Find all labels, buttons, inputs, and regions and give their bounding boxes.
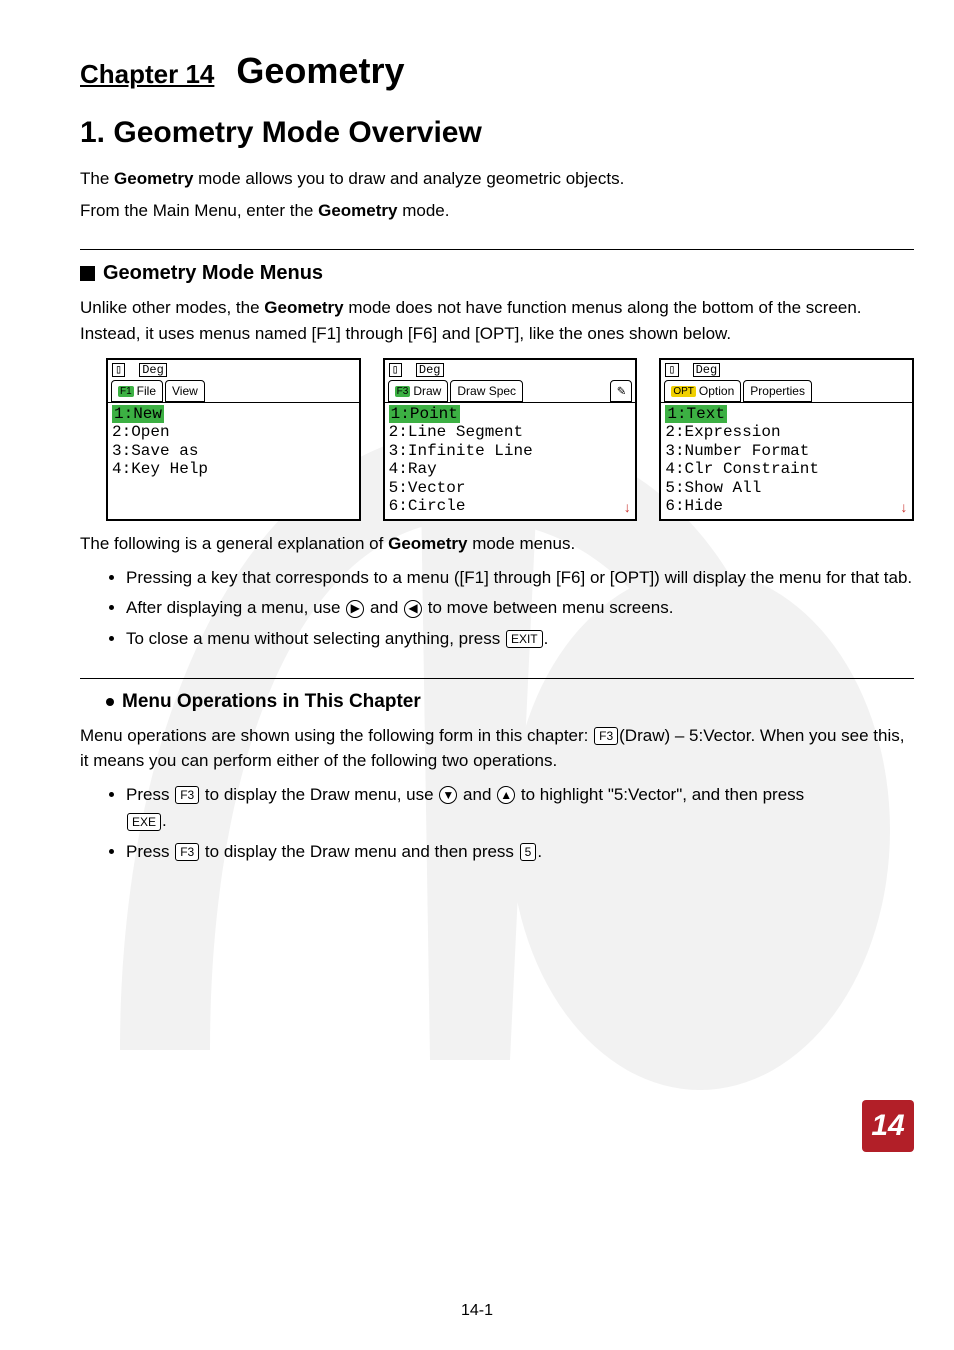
deg-icon: Deg	[416, 363, 444, 377]
menu-item-text[interactable]: 1:Text	[665, 405, 727, 423]
opt-badge-icon: OPT	[671, 386, 696, 397]
menu-item-saveas[interactable]: 3:Save as	[112, 442, 355, 460]
menu-item-expression[interactable]: 2:Expression	[665, 423, 908, 441]
f3-badge-icon: F3	[395, 386, 411, 397]
tab-file[interactable]: F1 File	[111, 380, 163, 402]
menu-item-hide[interactable]: 6:Hide	[665, 497, 908, 515]
menu-item-new[interactable]: 1:New	[112, 405, 164, 423]
battery-icon: ▯	[389, 363, 402, 377]
up-key-icon: ▲	[497, 786, 515, 804]
subhead-menus: Geometry Mode Menus	[80, 262, 914, 285]
scroll-down-icon[interactable]: ↓	[900, 501, 908, 517]
menu-item-infline[interactable]: 3:Infinite Line	[389, 442, 632, 460]
left-key-icon: ◀	[404, 600, 422, 618]
bullet-item: Press F3 to display the Draw menu, use ▼…	[126, 782, 914, 835]
exe-key-icon: EXE	[127, 813, 161, 831]
bullet-list-2: Press F3 to display the Draw menu, use ▼…	[106, 782, 914, 865]
menu-item-circle[interactable]: 6:Circle	[389, 497, 632, 515]
subhead-ops: Menu Operations in This Chapter	[106, 691, 914, 713]
tab-view[interactable]: View	[165, 380, 205, 402]
menu-item-point[interactable]: 1:Point	[389, 405, 460, 423]
deg-icon: Deg	[693, 363, 721, 377]
tab-option[interactable]: OPT Option	[664, 380, 741, 402]
divider	[80, 678, 914, 679]
bullet-item: Press F3 to display the Draw menu and th…	[126, 839, 914, 865]
bullet-list-1: Pressing a key that corresponds to a men…	[106, 565, 914, 652]
five-key-icon: 5	[520, 843, 537, 861]
chapter-label: Chapter 14	[80, 59, 214, 89]
screens-row: ▯ Deg F1 File View 1:New 2:Open 3	[106, 358, 914, 521]
menu-item-vector[interactable]: 5:Vector	[389, 479, 632, 497]
section-title: 1. Geometry Mode Overview	[80, 116, 914, 150]
tab-properties[interactable]: Properties	[743, 380, 812, 402]
chapter-badge: 14	[862, 1100, 914, 1152]
calc-screen-option: ▯ Deg OPT Option Properties 1:Text 2:Exp…	[659, 358, 914, 521]
after-screens-p1: The following is a general explanation o…	[80, 531, 914, 557]
f1-badge-icon: F1	[118, 386, 134, 397]
dot-bullet-icon	[106, 698, 114, 706]
intro-p1: The Geometry mode allows you to draw and…	[80, 166, 914, 192]
menu-item-ray[interactable]: 4:Ray	[389, 460, 632, 478]
intro-p2: From the Main Menu, enter the Geometry m…	[80, 198, 914, 224]
menu-item-lineseg[interactable]: 2:Line Segment	[389, 423, 632, 441]
scroll-down-icon[interactable]: ↓	[623, 501, 631, 517]
pencil-icon[interactable]: ✎	[610, 380, 632, 402]
right-key-icon: ▶	[346, 600, 364, 618]
deg-icon: Deg	[139, 363, 167, 377]
battery-icon: ▯	[112, 363, 125, 377]
down-key-icon: ▼	[439, 786, 457, 804]
menu-item-keyhelp[interactable]: 4:Key Help	[112, 460, 355, 478]
calc-screen-draw: ▯ Deg F3 Draw Draw Spec ✎ 1:Point	[383, 358, 638, 521]
status-bar: ▯ Deg	[385, 360, 636, 380]
status-bar: ▯ Deg	[661, 360, 912, 380]
bullet-item: After displaying a menu, use ▶ and ◀ to …	[126, 595, 914, 621]
chapter-title: Chapter 14 Geometry	[80, 50, 914, 92]
bullet-item: Pressing a key that corresponds to a men…	[126, 565, 914, 591]
menu-item-numformat[interactable]: 3:Number Format	[665, 442, 908, 460]
menu-item-clrconst[interactable]: 4:Clr Constraint	[665, 460, 908, 478]
chapter-name: Geometry	[236, 50, 404, 91]
f3-key-icon: F3	[175, 786, 199, 804]
f3-key-icon: F3	[175, 843, 199, 861]
f3-key-icon: F3	[594, 727, 618, 745]
menu-item-open[interactable]: 2:Open	[112, 423, 355, 441]
square-bullet-icon	[80, 266, 95, 281]
tab-drawspec[interactable]: Draw Spec	[450, 380, 523, 402]
ops-p1: Menu operations are shown using the foll…	[80, 723, 914, 774]
calc-screen-file: ▯ Deg F1 File View 1:New 2:Open 3	[106, 358, 361, 521]
bullet-item: To close a menu without selecting anythi…	[126, 626, 914, 652]
menu-item-showall[interactable]: 5:Show All	[665, 479, 908, 497]
status-bar: ▯ Deg	[108, 360, 359, 380]
tab-draw[interactable]: F3 Draw	[388, 380, 449, 402]
menus-p1: Unlike other modes, the Geometry mode do…	[80, 295, 914, 346]
battery-icon: ▯	[665, 363, 678, 377]
divider	[80, 249, 914, 250]
page-number: 14-1	[0, 1302, 954, 1320]
exit-key-icon: EXIT	[506, 630, 543, 648]
